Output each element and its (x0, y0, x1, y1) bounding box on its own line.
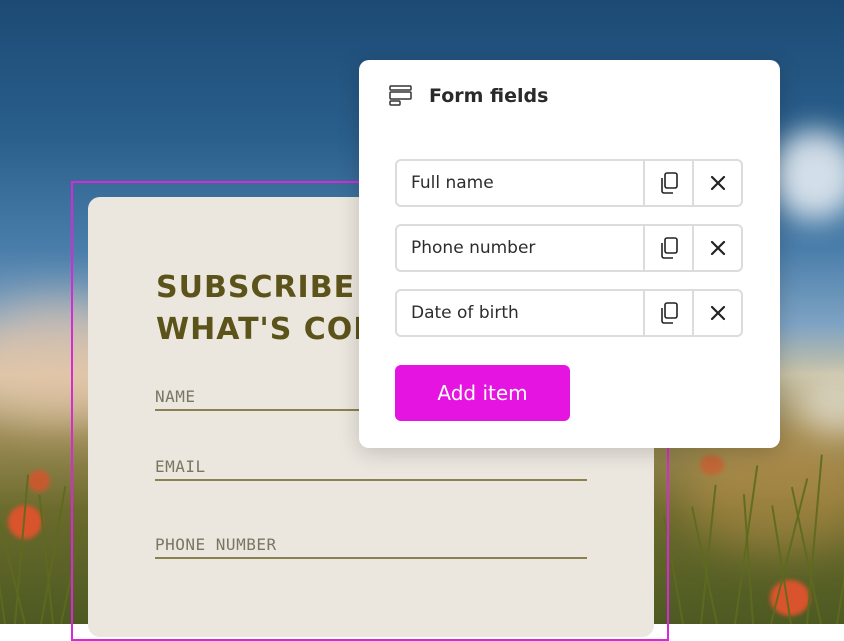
name-field-label: NAME (155, 387, 196, 406)
close-icon[interactable] (692, 291, 741, 335)
email-field[interactable]: EMAIL (155, 457, 587, 481)
form-fields-panel: Form fields Full name Phone number Date … (359, 60, 780, 448)
close-icon[interactable] (692, 161, 741, 205)
field-item-full-name[interactable]: Full name (395, 159, 743, 207)
copy-icon[interactable] (643, 161, 692, 205)
copy-icon[interactable] (643, 226, 692, 270)
phone-number-field-label: PHONE NUMBER (155, 535, 277, 554)
form-title: SUBSCRIBE WHAT'S CON (156, 270, 380, 347)
panel-title: Form fields (429, 85, 549, 107)
phone-number-field[interactable]: PHONE NUMBER (155, 535, 587, 559)
field-item-date-of-birth[interactable]: Date of birth (395, 289, 743, 337)
panel-header: Form fields (389, 84, 548, 108)
email-field-label: EMAIL (155, 457, 206, 476)
close-icon[interactable] (692, 226, 741, 270)
copy-icon[interactable] (643, 291, 692, 335)
field-item-label: Phone number (411, 238, 536, 258)
add-item-button[interactable]: Add item (395, 365, 570, 421)
field-item-label: Date of birth (411, 303, 519, 323)
form-fields-icon (389, 84, 413, 108)
grass-blade (14, 474, 30, 624)
field-item-phone-number[interactable]: Phone number (395, 224, 743, 272)
field-item-label: Full name (411, 173, 494, 193)
